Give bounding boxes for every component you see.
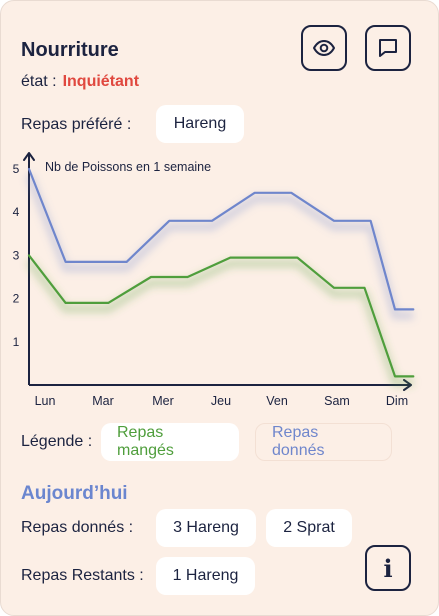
comment-button[interactable]: [365, 25, 411, 71]
legend-label: Légende :: [21, 433, 93, 450]
info-button[interactable]: i: [365, 545, 411, 591]
given-meals-label: Repas donnés :: [21, 519, 134, 536]
info-icon: i: [383, 553, 393, 583]
x-tick-label: Ven: [266, 394, 288, 408]
status-value: Inquiétant: [62, 73, 140, 90]
eye-icon: [313, 40, 335, 56]
remaining-meal-item: 1 Hareng: [156, 557, 255, 595]
series-glow: [25, 258, 414, 387]
given-meal-item: 2 Sprat: [266, 509, 352, 547]
x-tick-label: Jeu: [211, 394, 231, 408]
card-title: Nourriture: [21, 39, 119, 61]
y-tick-label: 4: [13, 205, 20, 219]
weekly-fish-chart: 1 2 3 4 5 Lun Mar Mer Jeu Ven Sam Dim Nb de Poissons…: [13, 152, 415, 408]
legend-item-given: Repas donnés: [255, 423, 392, 461]
x-tick-label: Mer: [152, 394, 174, 408]
y-tick-label: 1: [13, 335, 20, 349]
y-tick-label: 5: [13, 162, 20, 176]
favorite-meal-label: Repas préféré :: [21, 116, 132, 133]
x-tick-label: Lun: [35, 394, 56, 408]
y-tick-label: 3: [13, 248, 20, 262]
favorite-meal-value: Hareng: [156, 105, 244, 143]
status-label: état :: [21, 73, 57, 90]
x-tick-label: Mar: [92, 394, 114, 408]
view-button[interactable]: [301, 25, 347, 71]
chat-bubble-icon: [379, 39, 397, 57]
chart-title: Nb de Poissons en 1 semaine: [45, 160, 211, 174]
x-tick-label: Sam: [324, 394, 350, 408]
remaining-meals-label: Repas Restants :: [21, 567, 144, 584]
x-tick-label: Dim: [386, 394, 408, 408]
today-title: Aujourd’hui: [21, 483, 128, 504]
given-meal-item: 3 Hareng: [156, 509, 256, 547]
legend-item-eaten: Repas mangés: [101, 423, 239, 461]
y-tick-label: 2: [13, 292, 20, 306]
series-line-eaten: [27, 254, 415, 378]
status-line: état : Inquiétant: [21, 73, 139, 91]
food-card: Nourriture état : Inquiétant Repas préfér…: [0, 0, 439, 616]
